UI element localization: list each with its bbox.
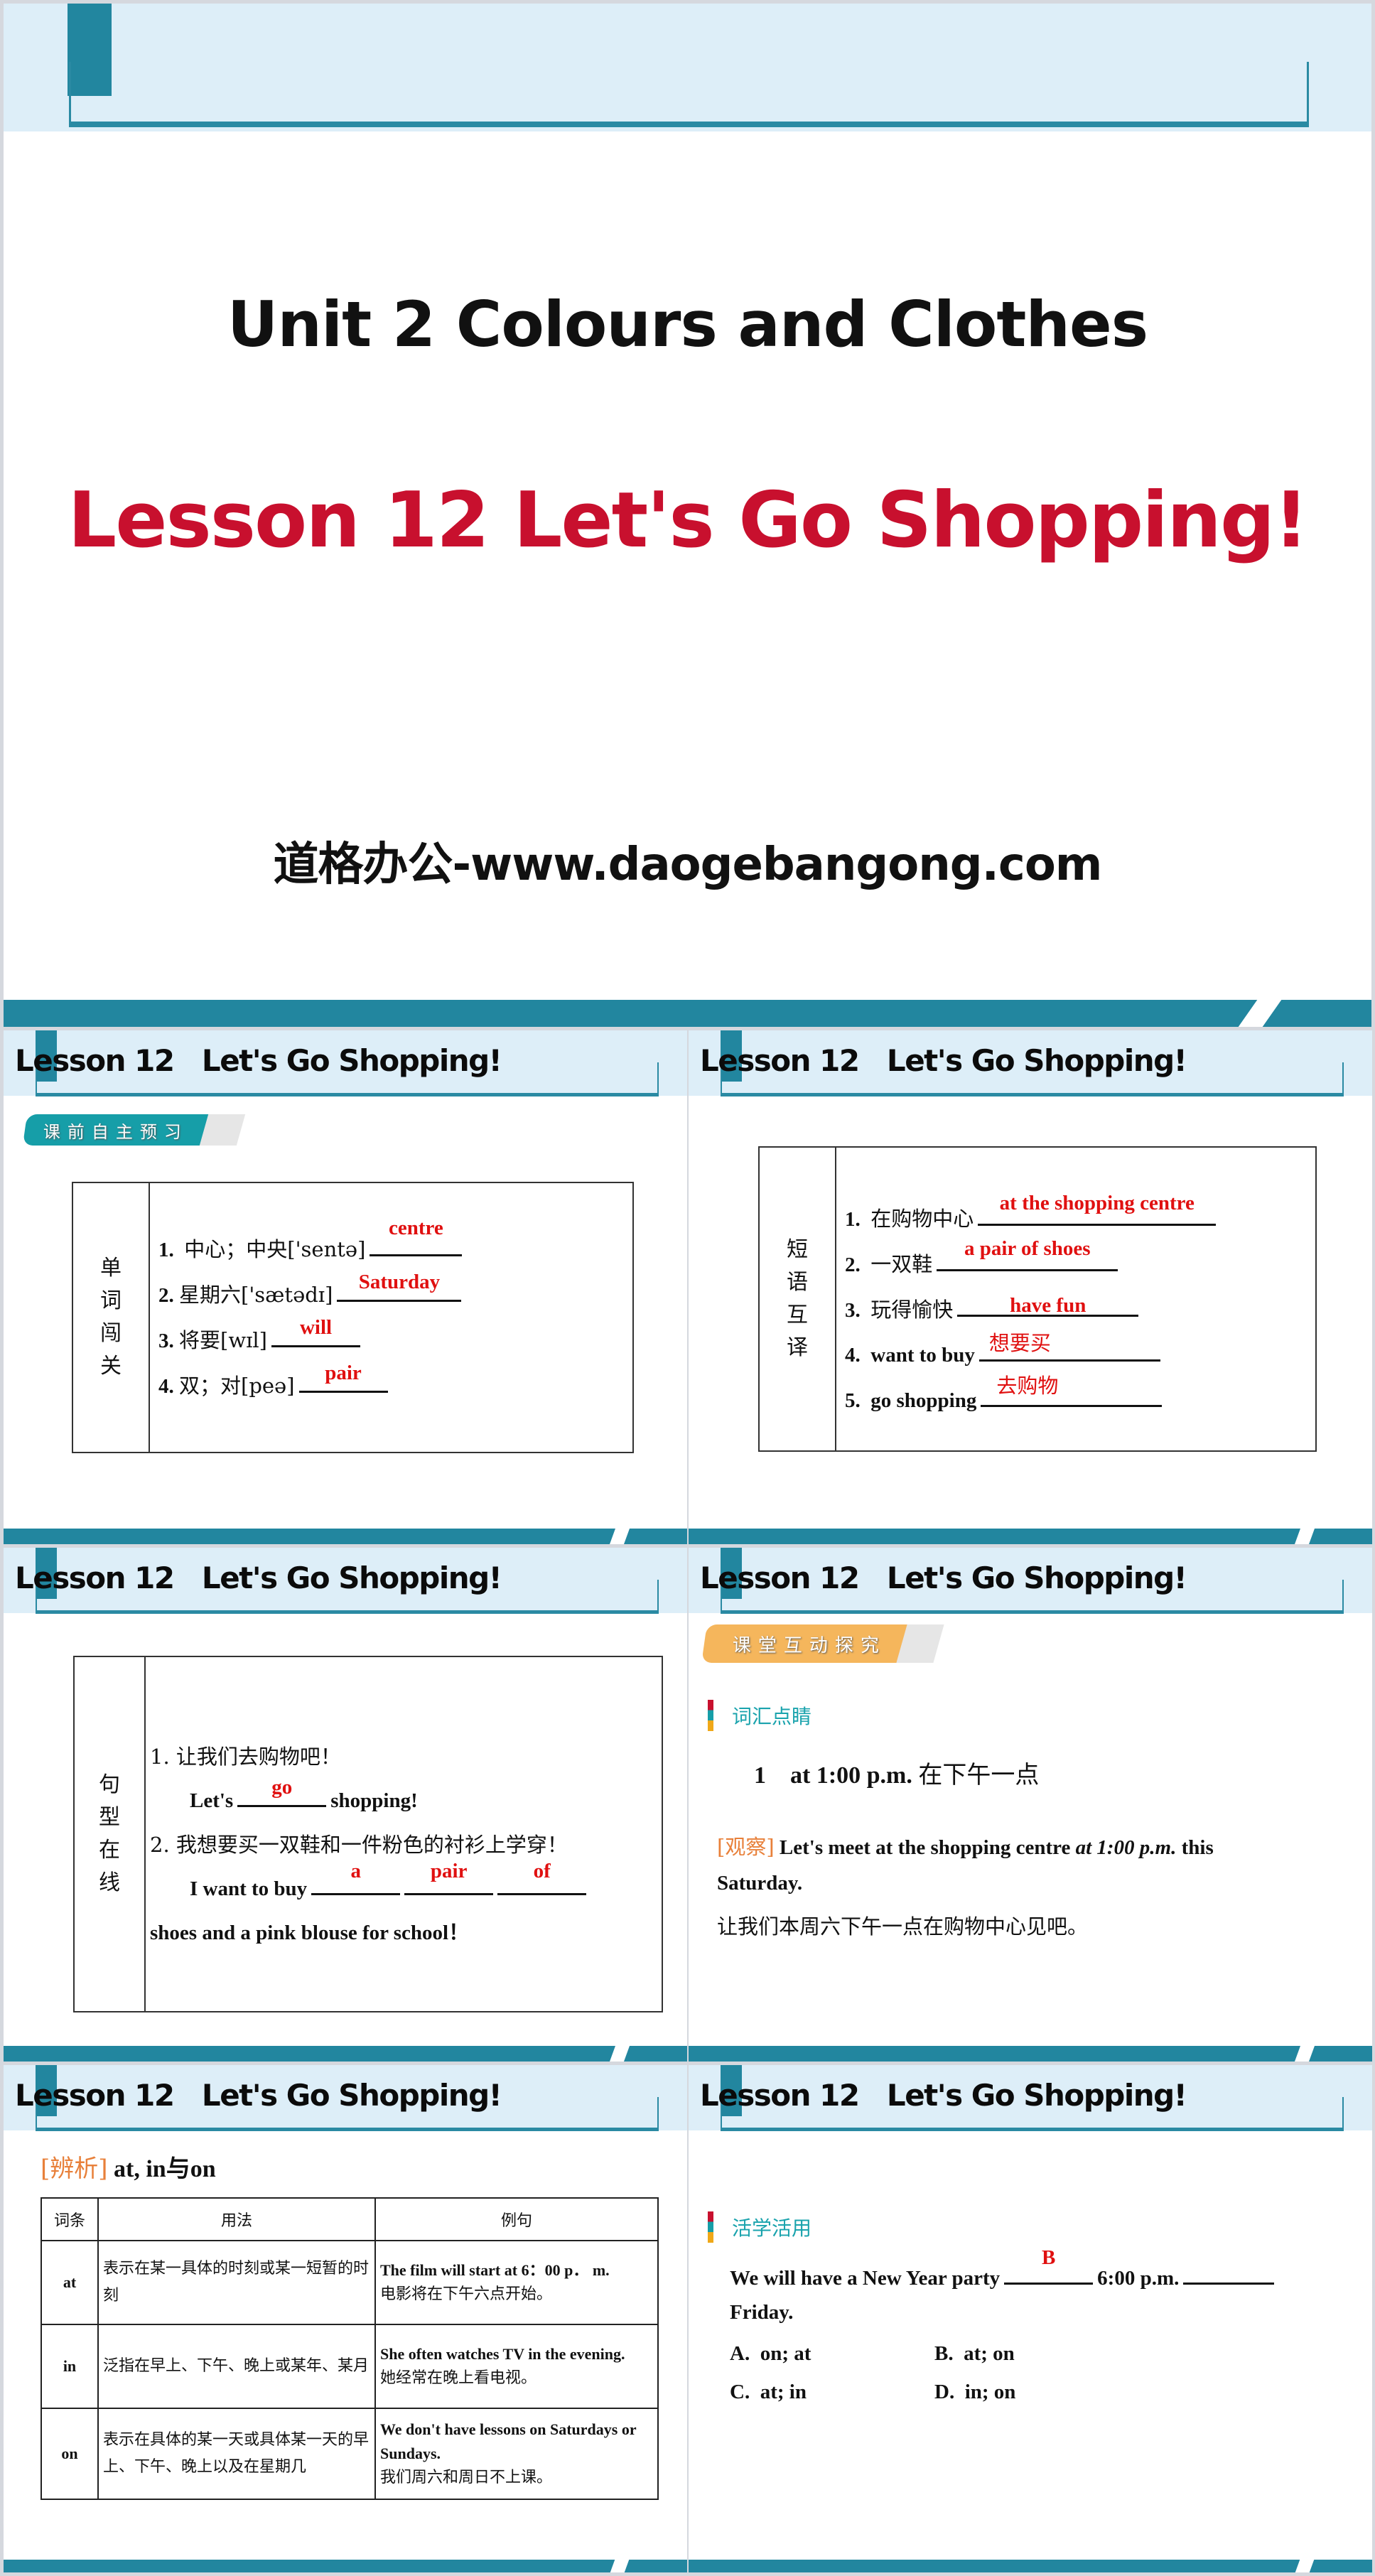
- preview-badge: 课前自主预习: [22, 1114, 246, 1146]
- point-heading: 1 at 1:00 p.m. 在下午一点: [754, 1761, 1040, 1789]
- sentence-en-2: I want to buy a pair of: [150, 1860, 587, 1911]
- option-c[interactable]: C. at; in: [730, 2381, 807, 2404]
- table-row: in 泛指在早上、下午、晚上或某年、某月 She often watches T…: [41, 2324, 659, 2409]
- option-a[interactable]: A. on; at: [730, 2342, 811, 2366]
- table-row: at 表示在某一具体的时刻或某一短暂的时刻 The film will star…: [41, 2240, 659, 2325]
- answer-blank: go: [237, 1777, 327, 1807]
- phrase-box: 短语互译 1. 在购物中心 at the shopping centre 2. 一…: [758, 1146, 1317, 1452]
- answer-blank: pair: [298, 1362, 388, 1393]
- phrase-item: 2. 一双鞋 a pair of shoes: [845, 1238, 1216, 1287]
- footer-bar: [4, 1529, 687, 1544]
- section-label: 句型在线: [75, 1657, 146, 2011]
- slide-title: Lesson 12 Let's Go Shopping!: [15, 1561, 502, 1595]
- phrase-item: 4. want to buy 想要买: [845, 1332, 1216, 1378]
- sentence-cn-1: 1. 让我们去购物吧！: [150, 1745, 341, 1769]
- usage-slide: Lesson 12 Let's Go Shopping! [辨析] at, in…: [4, 2065, 687, 2572]
- sentence-box: 句型在线 1. 让我们去购物吧！ Let's go shopping! 2. 我想要…: [73, 1656, 663, 2012]
- answer-blank: centre: [370, 1217, 463, 1256]
- answer-blank: at the shopping centre: [978, 1192, 1217, 1226]
- vocab-items: 1. 中心；中央['sentə] centre 2. 星期六['sætədɪ] Sa…: [158, 1183, 463, 1452]
- answer-blank: will: [271, 1317, 361, 1347]
- table-row: on 表示在具体的某一天或具体某一天的早上、下午、晚上以及在星期几 We don…: [41, 2408, 659, 2500]
- tricolor-stripe-icon: [708, 2211, 713, 2243]
- phrase-slide: Lesson 12 Let's Go Shopping! 短语互译 1. 在购物…: [689, 1030, 1372, 1544]
- answer-blank: 去购物: [981, 1375, 1163, 1407]
- tricolor-stripe-icon: [708, 1700, 713, 1731]
- slide-title: Lesson 12 Let's Go Shopping!: [700, 2078, 1187, 2113]
- answer-blank: 想要买: [978, 1332, 1160, 1362]
- sentence-en-2-cont: shoes and a pink blouse for school！: [150, 1922, 470, 1944]
- lesson-title: Lesson 12 Let's Go Shopping!: [68, 476, 1308, 565]
- vocab-slide: Lesson 12 Let's Go Shopping! 课前自主预习 单词闯关…: [4, 1030, 687, 1544]
- section-label: 短语互译: [760, 1148, 836, 1450]
- slide-title: Lesson 12 Let's Go Shopping!: [15, 1043, 502, 1078]
- footer-bar: [4, 1000, 1371, 1027]
- option-d[interactable]: D. in; on: [934, 2381, 1015, 2404]
- sentence-en-1: Let's go shopping!: [190, 1776, 418, 1812]
- answer-blank: of: [497, 1860, 587, 1895]
- unit-title: Unit 2 Colours and Clothes: [227, 288, 1148, 361]
- section-label: 单词闯关: [73, 1183, 150, 1452]
- practice-marker: 活学活用: [708, 2211, 811, 2243]
- phrase-item: 3. 玩得愉快 have fun: [845, 1287, 1216, 1332]
- usage-heading: [辨析] at, in与on: [41, 2155, 216, 2183]
- vocab-item: 4. 双；对[peə] pair: [158, 1362, 462, 1408]
- observe-line-2: Saturday.: [717, 1872, 803, 1895]
- header-frame-decoration: [69, 62, 1309, 127]
- footer-bar: [689, 2560, 1372, 2572]
- phrase-items: 1. 在购物中心 at the shopping centre 2. 一双鞋 a p…: [845, 1148, 1217, 1450]
- answer-blank: B: [1004, 2247, 1094, 2285]
- table-header-row: 词条 用法 例句: [41, 2197, 659, 2241]
- title-slide: Unit 2 Colours and Clothes Lesson 12 Let…: [4, 4, 1371, 1027]
- practice-slide: Lesson 12 Let's Go Shopping! 活学活用 We wil…: [689, 2065, 1372, 2572]
- answer-blank: a: [311, 1860, 401, 1895]
- usage-table: 词条 用法 例句 at 表示在某一具体的时刻或某一短暂的时刻 The film …: [41, 2197, 659, 2500]
- observe-line-1: [观察] Let's meet at the shopping centre a…: [717, 1835, 1214, 1859]
- explore-slide: Lesson 12 Let's Go Shopping! 课堂互动探究 词汇点睛…: [689, 1548, 1372, 2062]
- answer-blank: Saturday: [337, 1271, 462, 1302]
- classroom-badge: 课堂互动探究: [701, 1624, 944, 1663]
- answer-blank: pair: [404, 1860, 494, 1895]
- slide-title: Lesson 12 Let's Go Shopping!: [15, 2078, 502, 2113]
- phrase-item: 1. 在购物中心 at the shopping centre: [845, 1192, 1217, 1241]
- slide-title: Lesson 12 Let's Go Shopping!: [700, 1561, 1187, 1595]
- observe-translation: 让我们本周六下午一点在购物中心见吧。: [717, 1914, 1089, 1939]
- practice-question: We will have a New Year party B 6:00 p.m.: [730, 2247, 1275, 2290]
- answer-blank: a pair of shoes: [937, 1238, 1118, 1271]
- vocab-item: 1. 中心；中央['sentə] centre: [158, 1217, 463, 1272]
- answer-blank: have fun: [957, 1290, 1139, 1317]
- vocab-item: 3. 将要[wɪl] will: [158, 1317, 462, 1363]
- sentence-slide: Lesson 12 Let's Go Shopping! 句型在线 1. 让我们…: [4, 1548, 687, 2062]
- slide-title: Lesson 12 Let's Go Shopping!: [700, 1043, 1187, 1078]
- practice-question-cont: Friday.: [730, 2301, 794, 2324]
- answer-blank: [1183, 2258, 1275, 2285]
- footer-bar: [4, 2046, 687, 2062]
- vocab-item: 2. 星期六['sætədɪ] Saturday: [158, 1271, 462, 1317]
- footer-bar: [689, 2046, 1372, 2062]
- footer-bar: [689, 1529, 1372, 1544]
- footer-bar: [4, 2560, 687, 2572]
- vocab-box: 单词闯关 1. 中心；中央['sentə] centre 2. 星期六['sætə…: [72, 1182, 634, 1453]
- site-watermark: 道格办公-www.daogebangong.com: [273, 839, 1103, 891]
- vocab-highlight-marker: 词汇点睛: [708, 1700, 811, 1731]
- phrase-item: 5. go shopping 去购物: [845, 1375, 1216, 1423]
- sentence-items: 1. 让我们去购物吧！ Let's go shopping! 2. 我想要买一双鞋和…: [150, 1657, 587, 2011]
- option-b[interactable]: B. at; on: [934, 2342, 1015, 2366]
